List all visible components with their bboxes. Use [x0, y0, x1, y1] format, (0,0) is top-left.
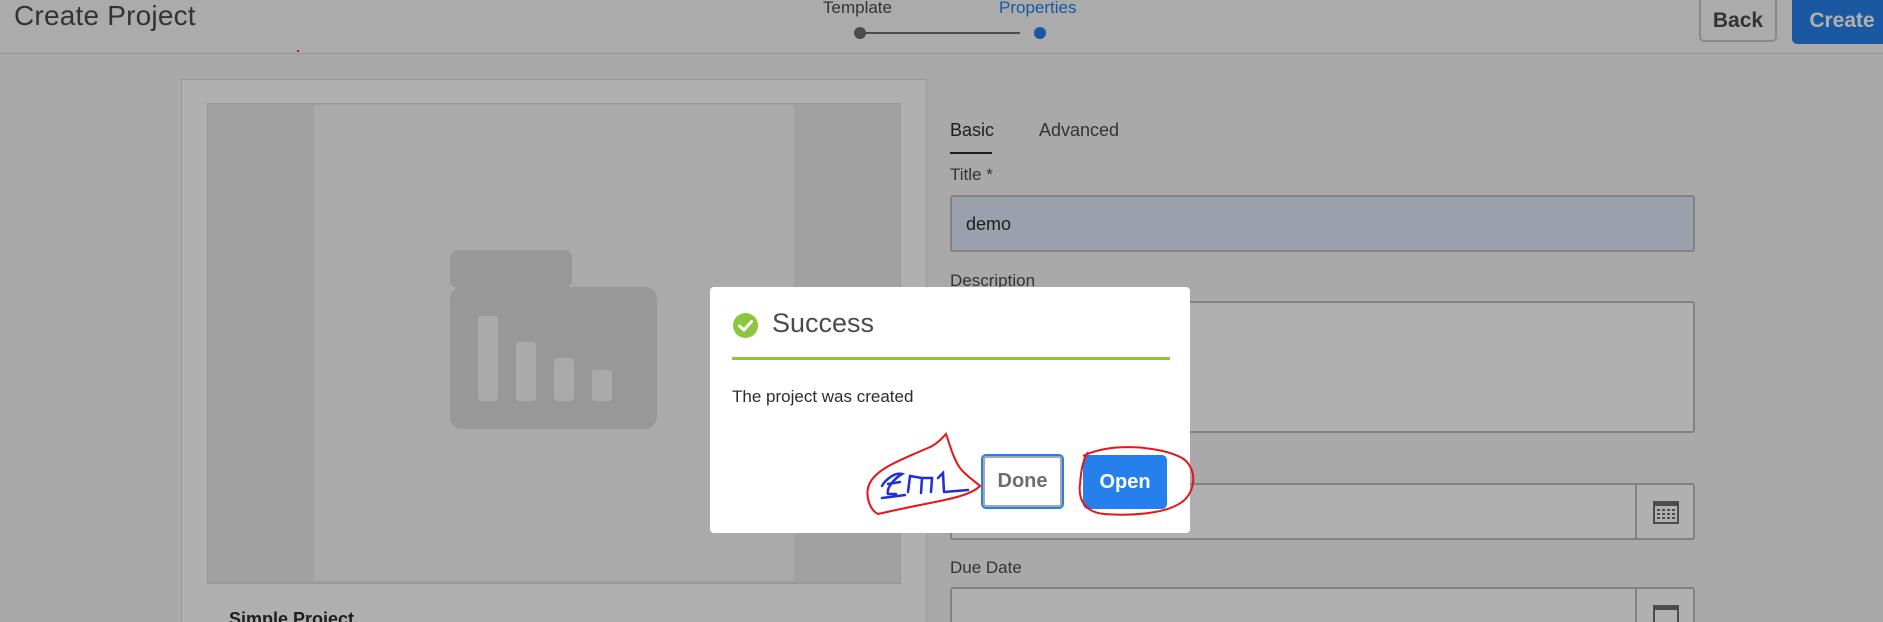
open-button[interactable]: Open [1083, 455, 1167, 509]
dialog-message: The project was created [732, 387, 914, 406]
dialog-title: Success [772, 308, 875, 338]
done-button[interactable]: Done [981, 454, 1064, 509]
check-circle-icon [733, 313, 758, 338]
dialog-divider [732, 357, 1170, 360]
create-project-page: Create Project Template Properties Back … [0, 0, 1883, 622]
success-dialog: Success The project was created Done Ope… [710, 287, 1190, 533]
